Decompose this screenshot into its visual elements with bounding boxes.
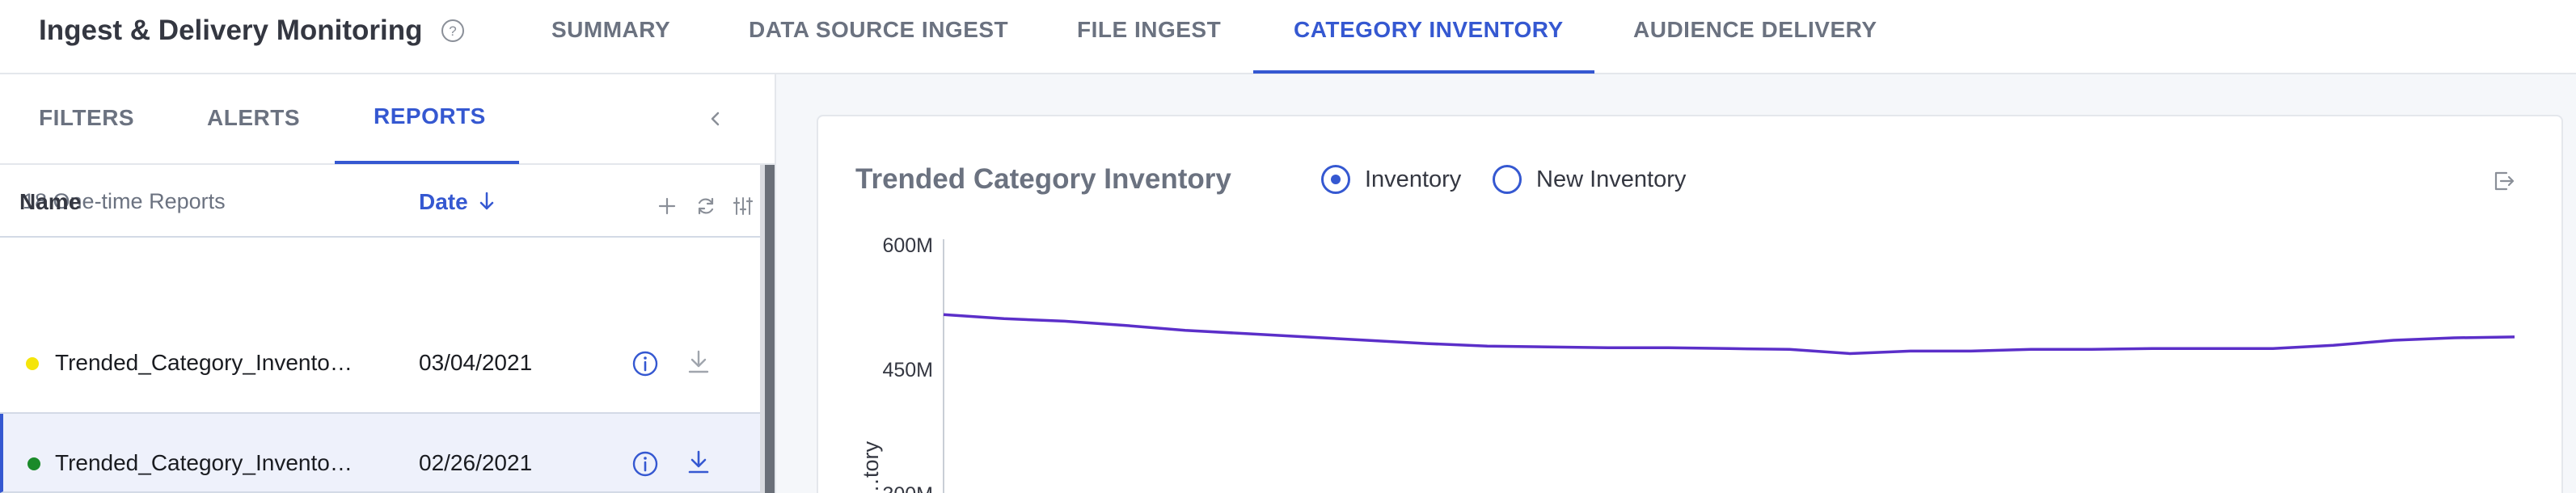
series-line-inventory <box>943 313 2515 356</box>
inventory-line-chart <box>943 239 2515 493</box>
